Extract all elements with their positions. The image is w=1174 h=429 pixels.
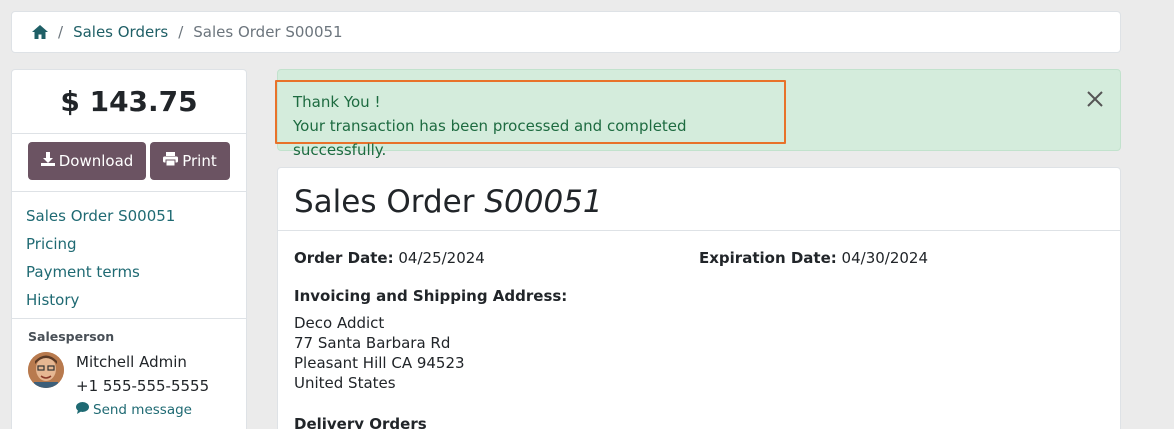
sidebar-nav: Sales Order S00051 Pricing Payment terms…: [12, 192, 246, 319]
alert-message-box: Thank You ! Your transaction has been pr…: [275, 80, 786, 159]
comment-icon: [76, 398, 89, 422]
order-sidebar: $ 143.75 Download Print Sales Order S000…: [11, 69, 247, 429]
page-title-prefix: Sales Order: [294, 184, 475, 220]
order-dates: Order Date: 04/25/2024 Expiration Date: …: [278, 231, 1120, 267]
alert-message: Your transaction has been processed and …: [293, 117, 687, 159]
address-line: United States: [294, 374, 396, 392]
print-button[interactable]: Print: [150, 142, 230, 180]
breadcrumb-current: Sales Order S00051: [193, 23, 343, 41]
avatar: [28, 352, 64, 388]
order-date-label: Order Date:: [294, 249, 394, 267]
nav-pricing[interactable]: Pricing: [26, 230, 232, 258]
expiration-date-label: Expiration Date:: [699, 249, 837, 267]
order-total-amount: $ 143.75: [12, 70, 246, 134]
download-icon: [40, 152, 55, 170]
download-label: Download: [58, 152, 134, 170]
print-icon: [163, 152, 179, 170]
breadcrumb-separator: /: [58, 23, 64, 41]
salesperson-section: Salesperson Mitchell Admin +1 555-555-55…: [12, 319, 246, 429]
address-line: Pleasant Hill CA 94523: [294, 354, 465, 372]
order-detail-card: Sales Order S00051 Order Date: 04/25/202…: [277, 167, 1121, 429]
close-icon[interactable]: [1084, 88, 1106, 110]
salesperson-name: Mitchell Admin: [76, 353, 187, 371]
address-title: Invoicing and Shipping Address:: [294, 287, 568, 305]
address-line: 77 Santa Barbara Rd: [294, 334, 451, 352]
salesperson-heading: Salesperson: [28, 329, 115, 344]
salesperson-phone: +1 555-555-5555: [76, 377, 210, 395]
address-line: Deco Addict: [294, 314, 385, 332]
download-button[interactable]: Download: [28, 142, 146, 180]
send-message-link[interactable]: Send message: [76, 398, 209, 422]
print-label: Print: [182, 152, 217, 170]
alert-title: Thank You !: [293, 93, 381, 111]
sidebar-actions: Download Print: [12, 134, 246, 192]
nav-history[interactable]: History: [26, 286, 232, 314]
breadcrumb-sales-orders[interactable]: Sales Orders: [73, 23, 168, 41]
home-icon[interactable]: [32, 25, 48, 39]
expiration-date-value: 04/30/2024: [841, 249, 929, 267]
order-number: S00051: [484, 184, 603, 220]
delivery-orders-title: Delivery Orders: [294, 415, 427, 429]
breadcrumb: / Sales Orders / Sales Order S00051: [11, 11, 1121, 53]
nav-sales-order[interactable]: Sales Order S00051: [26, 202, 232, 230]
send-message-label: Send message: [93, 402, 192, 418]
address-block: Deco Addict 77 Santa Barbara Rd Pleasant…: [278, 305, 1120, 393]
page-title: Sales Order S00051: [278, 168, 1120, 231]
breadcrumb-separator: /: [178, 23, 184, 41]
order-date-value: 04/25/2024: [398, 249, 485, 267]
success-alert: Thank You ! Your transaction has been pr…: [275, 69, 1121, 159]
nav-payment-terms[interactable]: Payment terms: [26, 258, 232, 286]
